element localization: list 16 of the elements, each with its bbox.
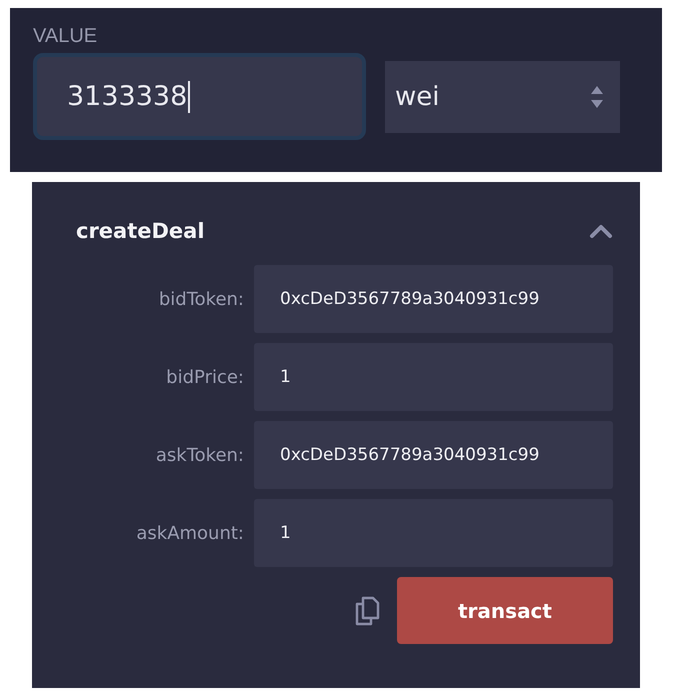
up-down-icon <box>590 84 604 108</box>
param-input[interactable]: 0xcDeD3567789a3040931c99 <box>254 265 613 333</box>
param-label: bidPrice: <box>165 366 244 388</box>
function-title: createDeal <box>76 219 205 243</box>
unit-select[interactable]: wei <box>385 60 620 132</box>
param-input[interactable]: 1 <box>254 343 613 411</box>
value-input[interactable]: 3133338 <box>33 53 366 140</box>
param-label: bidToken: <box>158 288 244 310</box>
value-label: VALUE <box>33 24 98 48</box>
param-input[interactable]: 1 <box>254 499 613 567</box>
chevron-up-icon[interactable] <box>589 223 613 239</box>
copy-icon[interactable] <box>354 596 380 626</box>
param-label: askToken: <box>154 444 244 466</box>
param-input[interactable]: 0xcDeD3567789a3040931c99 <box>254 421 613 489</box>
transact-button[interactable]: transact <box>397 577 613 644</box>
param-label: askAmount: <box>135 522 244 544</box>
